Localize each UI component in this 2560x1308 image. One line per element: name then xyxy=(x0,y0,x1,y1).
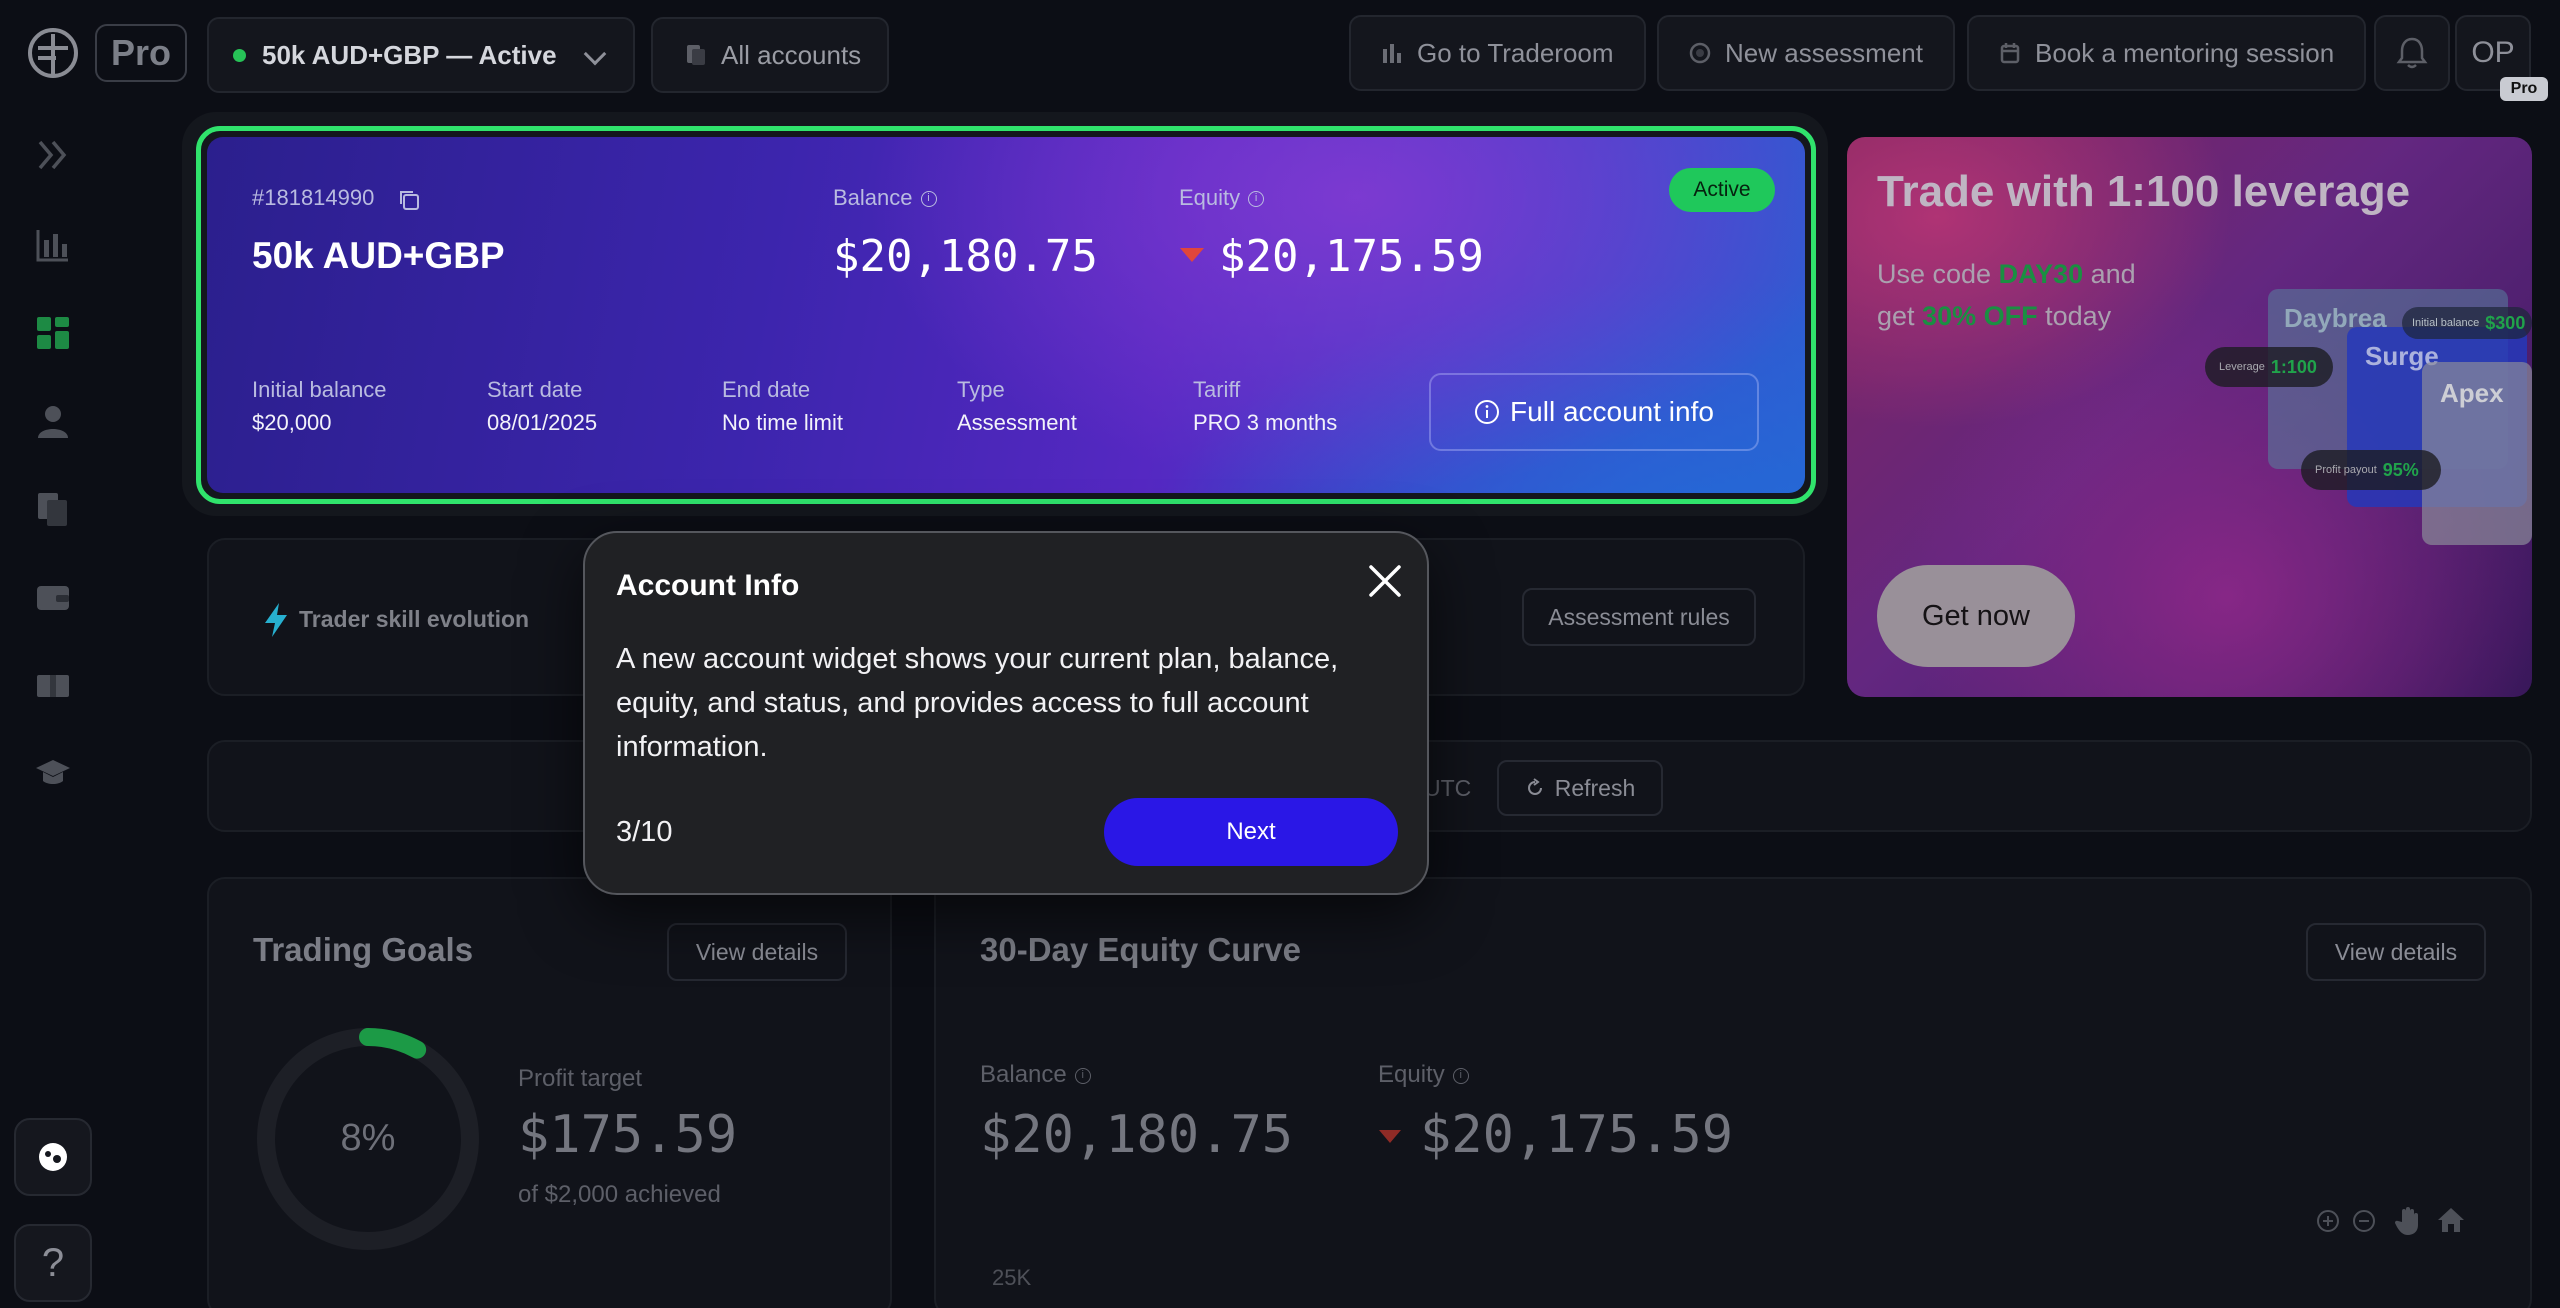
dashboard-icon[interactable] xyxy=(34,314,72,352)
trading-goals-title: Trading Goals xyxy=(253,931,474,968)
promo-text-line2: get xyxy=(1877,301,1923,331)
go-to-traderoom-button[interactable]: Go to Traderoom xyxy=(1349,15,1646,91)
user-pro-badge: Pro xyxy=(2500,77,2548,101)
get-now-button[interactable]: Get now xyxy=(1877,565,2075,667)
expand-sidebar-icon[interactable] xyxy=(34,136,72,174)
promo-text-suffix: today xyxy=(2037,301,2112,331)
account-selector[interactable]: 50k AUD+GBP — Active xyxy=(207,17,635,93)
profit-target-achieved: of $2,000 achieved xyxy=(518,1181,721,1208)
go-to-traderoom-label: Go to Traderoom xyxy=(1417,37,1614,68)
new-assessment-button[interactable]: New assessment xyxy=(1657,15,1955,91)
equity-curve-view-details-button[interactable]: View details xyxy=(2306,923,2486,981)
top-bar: Pro 50k AUD+GBP — Active All accounts Go… xyxy=(0,0,2560,108)
promo-card-apex: Apex xyxy=(2422,362,2532,545)
tour-step-counter: 3/10 xyxy=(616,816,673,848)
trading-goals-view-details-button[interactable]: View details xyxy=(667,923,847,981)
leverage-chip: Leverage 1:100 xyxy=(2205,347,2333,387)
help-button[interactable]: ? xyxy=(14,1224,92,1302)
zoom-in-icon[interactable] xyxy=(2316,1209,2340,1233)
curve-equity-value: $20,175.59 xyxy=(1420,1105,1734,1165)
promo-title: Trade with 1:100 leverage xyxy=(1877,167,2411,216)
promo-card-apex-label: Apex xyxy=(2440,378,2504,408)
profile-icon[interactable] xyxy=(34,402,72,440)
promo-text-mid: and xyxy=(2083,259,2136,289)
profit-target-label: Profit target xyxy=(518,1065,643,1092)
promo-discount: 30% OFF xyxy=(1922,301,2038,331)
book-mentoring-button[interactable]: Book a mentoring session xyxy=(1967,15,2367,91)
curve-balance-label-text: Balance xyxy=(980,1061,1067,1088)
initial-balance-chip-label: Initial balance xyxy=(2412,317,2480,329)
curve-balance-label: Balance i xyxy=(980,1061,1091,1089)
education-cap-icon[interactable] xyxy=(34,754,72,792)
bell-icon xyxy=(2396,37,2428,69)
statistics-icon[interactable] xyxy=(34,226,72,264)
equity-curve-panel: 30-Day Equity Curve View details Balance… xyxy=(934,877,2532,1308)
info-icon[interactable]: i xyxy=(1452,1067,1469,1084)
lightning-icon xyxy=(265,603,287,637)
chevron-down-icon xyxy=(583,42,607,66)
leverage-chip-label: Leverage xyxy=(2219,361,2265,373)
book-mentoring-label: Book a mentoring session xyxy=(2035,37,2335,68)
account-info-tour-dialog: Account Info A new account widget shows … xyxy=(583,531,1429,895)
trading-goals-panel: Trading Goals View details 8% Profit tar… xyxy=(207,877,892,1308)
ai-assistant-button[interactable] xyxy=(14,1118,92,1196)
accounts-icon xyxy=(687,45,705,65)
account-selector-label: 50k AUD+GBP — Active xyxy=(262,39,557,70)
refresh-button[interactable]: Refresh xyxy=(1497,760,1663,816)
utc-label: UTC xyxy=(1424,775,1472,801)
curve-balance-value: $20,180.75 xyxy=(980,1105,1294,1165)
curve-equity-down-arrow-icon xyxy=(1379,1130,1401,1143)
trader-skill-label: Trader skill evolution xyxy=(299,606,530,632)
equity-curve-title: 30-Day Equity Curve xyxy=(980,931,1301,968)
notifications-button[interactable] xyxy=(2374,15,2450,91)
info-icon[interactable]: i xyxy=(1074,1067,1091,1084)
zoom-out-icon[interactable] xyxy=(2352,1209,2376,1233)
leverage-chip-value: 1:100 xyxy=(2270,356,2317,377)
refresh-button-label: Refresh xyxy=(1554,774,1636,801)
payouts-icon[interactable] xyxy=(34,666,72,704)
all-accounts-label: All accounts xyxy=(721,39,862,70)
curve-equity-label-text: Equity xyxy=(1378,1061,1445,1088)
active-status-dot xyxy=(233,48,246,62)
tour-highlight-outline xyxy=(196,126,1816,504)
promo-code: DAY30 xyxy=(1998,259,2084,289)
initial-balance-chip: Initial balance $300 xyxy=(2402,307,2532,339)
dialog-body: A new account widget shows your current … xyxy=(616,643,1339,763)
assistant-icon xyxy=(39,1143,67,1171)
dialog-title: Account Info xyxy=(616,569,800,602)
home-icon[interactable] xyxy=(2436,1206,2466,1234)
profit-progress-percent: 8% xyxy=(340,1117,396,1159)
promo-text-prefix: Use code xyxy=(1877,259,1999,289)
pan-hand-icon[interactable] xyxy=(2394,1206,2422,1236)
profit-payout-chip-value: 95% xyxy=(2382,459,2419,480)
leverage-promo-banner: Trade with 1:100 leverage Use code DAY30… xyxy=(1847,137,2532,697)
chart-bars-icon xyxy=(1383,44,1401,63)
profit-target-value: $175.59 xyxy=(518,1105,738,1165)
close-icon[interactable] xyxy=(1365,561,1405,601)
brand-logo-icon[interactable] xyxy=(26,26,80,80)
wallet-icon[interactable] xyxy=(34,578,72,616)
pro-plan-badge: Pro xyxy=(95,24,187,82)
calendar-icon xyxy=(2000,43,2020,64)
refresh-icon xyxy=(1527,778,1542,795)
initial-balance-chip-value: $300 xyxy=(2485,312,2526,333)
profit-payout-chip: Profit payout 95% xyxy=(2301,450,2441,490)
new-assessment-label: New assessment xyxy=(1725,37,1923,68)
promo-text: Use code DAY30 and get 30% OFF today xyxy=(1877,253,2136,337)
next-button[interactable]: Next xyxy=(1104,798,1398,866)
y-axis-tick-25k: 25K xyxy=(992,1265,1032,1290)
assessment-rules-button[interactable]: Assessment rules xyxy=(1522,588,1756,646)
curve-equity-label: Equity i xyxy=(1378,1061,1469,1089)
all-accounts-button[interactable]: All accounts xyxy=(651,17,889,93)
profit-payout-chip-label: Profit payout xyxy=(2315,464,2377,476)
assessment-icon xyxy=(1689,42,1711,64)
documents-icon[interactable] xyxy=(34,490,72,528)
